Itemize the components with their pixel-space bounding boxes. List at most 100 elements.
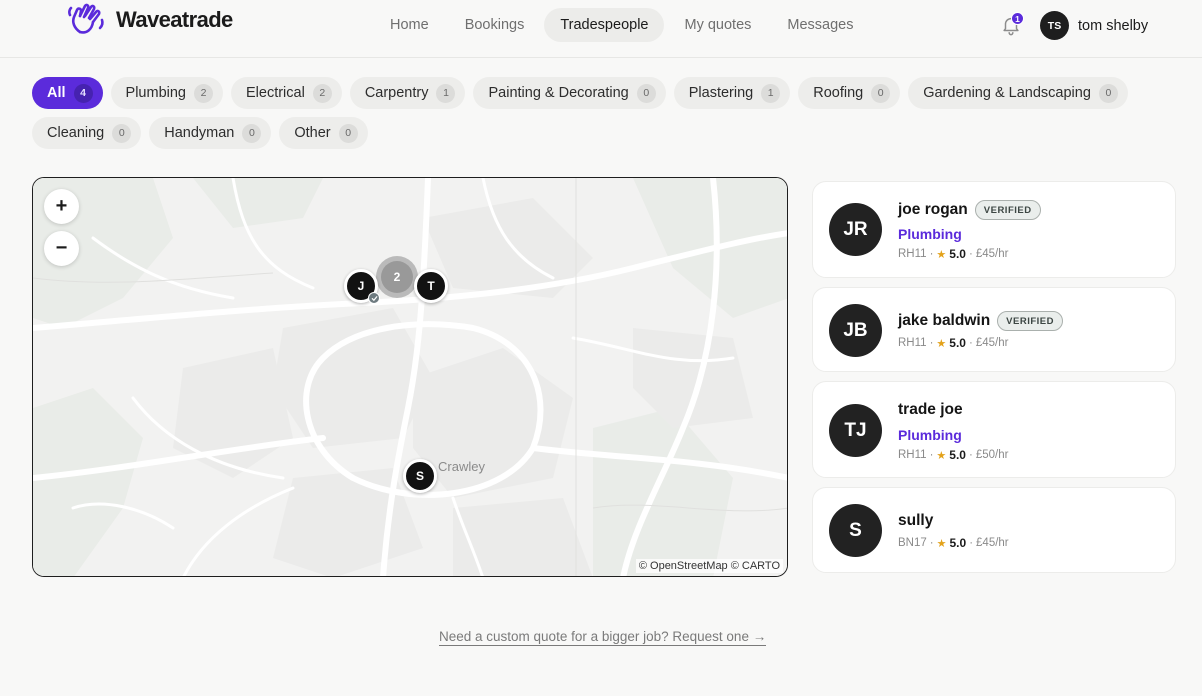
map-place-label: Crawley <box>438 459 485 474</box>
user-name: tom shelby <box>1078 17 1149 34</box>
filter-count: 0 <box>338 123 358 143</box>
filter-label: Painting & Decorating <box>488 85 629 101</box>
filter-label: Plastering <box>688 85 754 101</box>
map-marker-s[interactable]: S <box>403 459 437 493</box>
separator: · <box>968 449 973 461</box>
filter-count: 4 <box>73 83 93 103</box>
postcode: RH11 <box>898 248 927 260</box>
filter-cleaning[interactable]: Cleaning 0 <box>32 117 142 149</box>
filter-count: 0 <box>636 83 656 103</box>
nav-bookings[interactable]: Bookings <box>449 8 541 42</box>
filter-label: Electrical <box>245 85 305 101</box>
nav-home[interactable]: Home <box>374 8 445 42</box>
nav-tradespeople[interactable]: Tradespeople <box>544 8 665 42</box>
tradesperson-card-trade-joe[interactable]: TJ trade joe Plumbing RH11 · ★ 5.0 · £50… <box>812 381 1176 478</box>
avatar: TS <box>1040 11 1069 40</box>
name-row: sully <box>898 512 933 530</box>
tradesperson-meta: BN17 · ★ 5.0 · £45/hr <box>898 536 1009 550</box>
brand-logo[interactable]: Waveatrade <box>68 2 233 38</box>
star-icon: ★ <box>936 337 947 350</box>
verified-badge: VERIFIED <box>974 200 1041 220</box>
filter-painting-decorating[interactable]: Painting & Decorating 0 <box>473 77 666 109</box>
filter-electrical[interactable]: Electrical 2 <box>230 77 342 109</box>
star-icon: ★ <box>936 449 947 462</box>
filter-label: Other <box>294 125 331 141</box>
zoom-out-button[interactable]: − <box>44 231 79 266</box>
filter-carpentry[interactable]: Carpentry 1 <box>349 77 466 109</box>
hourly-rate: £50/hr <box>975 449 1009 461</box>
map-attribution[interactable]: © OpenStreetMap © CARTO <box>635 559 783 573</box>
filter-other[interactable]: Other 0 <box>279 117 368 149</box>
wave-hand-icon <box>68 3 104 34</box>
avatar: TJ <box>829 404 882 457</box>
filter-count: 2 <box>193 83 213 103</box>
name-row: trade joe <box>898 401 963 419</box>
hourly-rate: £45/hr <box>975 337 1009 349</box>
tradesperson-meta: RH11 · ★ 5.0 · £45/hr <box>898 247 1008 261</box>
user-menu[interactable]: TS tom shelby <box>1040 11 1148 40</box>
tradespeople-map[interactable]: + − 2 J T S Crawley © OpenStreetMap © CA… <box>32 177 788 577</box>
map-marker-t[interactable]: T <box>414 269 448 303</box>
name-row: jake baldwin VERIFIED <box>898 311 1063 331</box>
hourly-rate: £45/hr <box>975 248 1009 260</box>
filter-handyman[interactable]: Handyman 0 <box>149 117 272 149</box>
filter-count: 1 <box>436 83 456 103</box>
map-tiles <box>33 178 787 576</box>
rating: 5.0 <box>949 536 967 550</box>
filter-roofing[interactable]: Roofing 0 <box>798 77 901 109</box>
filter-plastering[interactable]: Plastering 1 <box>673 77 791 109</box>
trade-label: Plumbing <box>898 226 962 242</box>
star-icon: ★ <box>936 248 947 261</box>
tradesperson-meta: RH11 · ★ 5.0 · £50/hr <box>898 448 1008 462</box>
request-custom-quote-link[interactable]: Need a custom quote for a bigger job? Re… <box>439 629 767 646</box>
nav-messages[interactable]: Messages <box>771 8 869 42</box>
filter-plumbing[interactable]: Plumbing 2 <box>110 77 223 109</box>
separator: · <box>929 449 934 461</box>
avatar: JR <box>829 203 882 256</box>
postcode: BN17 <box>898 537 927 549</box>
separator: · <box>968 248 973 260</box>
verified-check-icon <box>368 292 380 304</box>
filter-count: 2 <box>312 83 332 103</box>
filter-count: 0 <box>1098 83 1118 103</box>
tradesperson-name: trade joe <box>898 401 963 418</box>
filter-all[interactable]: All 4 <box>32 77 103 109</box>
star-icon: ★ <box>936 537 947 550</box>
filter-label: Handyman <box>164 125 235 141</box>
filter-label: Cleaning <box>47 125 105 141</box>
main-nav: Home Bookings Tradespeople My quotes Mes… <box>374 8 869 42</box>
tradesperson-meta: RH11 · ★ 5.0 · £45/hr <box>898 336 1008 350</box>
name-row: joe rogan VERIFIED <box>898 200 1041 220</box>
tradesperson-name: sully <box>898 512 934 529</box>
filter-label: Roofing <box>813 85 864 101</box>
category-filters: All 4 Plumbing 2 Electrical 2 Carpentry 1 Pa… <box>32 77 1172 149</box>
postcode: RH11 <box>898 449 927 461</box>
filter-count: 0 <box>242 123 262 143</box>
verified-badge: VERIFIED <box>997 311 1063 331</box>
filter-label: Carpentry <box>364 85 429 101</box>
rating: 5.0 <box>949 448 966 462</box>
tradesperson-name: joe rogan <box>898 201 968 218</box>
notification-badge: 1 <box>1011 12 1024 25</box>
separator: · <box>969 537 974 549</box>
cluster-count: 2 <box>381 261 413 293</box>
filter-label: Gardening & Landscaping <box>923 85 1091 101</box>
zoom-in-button[interactable]: + <box>44 189 79 224</box>
separator: · <box>968 337 973 349</box>
nav-my-quotes[interactable]: My quotes <box>668 8 767 42</box>
tradesperson-card-jake-baldwin[interactable]: JB jake baldwin VERIFIED RH11 · ★ 5.0 · … <box>812 287 1176 372</box>
map-cluster[interactable]: 2 <box>376 256 418 298</box>
filter-label: Plumbing <box>125 85 186 101</box>
tradesperson-name: jake baldwin <box>898 312 991 329</box>
separator: · <box>929 337 934 349</box>
hourly-rate: £45/hr <box>976 537 1009 549</box>
filter-count: 0 <box>112 123 132 143</box>
rating: 5.0 <box>949 247 966 261</box>
avatar: S <box>829 504 882 557</box>
tradesperson-card-joe-rogan[interactable]: JR joe rogan VERIFIED Plumbing RH11 · ★ … <box>812 181 1176 278</box>
brand-name: Waveatrade <box>116 7 233 32</box>
trade-label: Plumbing <box>898 427 962 443</box>
tradesperson-card-sully[interactable]: S sully BN17 · ★ 5.0 · £45/hr <box>812 487 1176 573</box>
filter-gardening-landscaping[interactable]: Gardening & Landscaping 0 <box>908 77 1128 109</box>
top-header: Waveatrade Home Bookings Tradespeople My… <box>0 0 1202 58</box>
